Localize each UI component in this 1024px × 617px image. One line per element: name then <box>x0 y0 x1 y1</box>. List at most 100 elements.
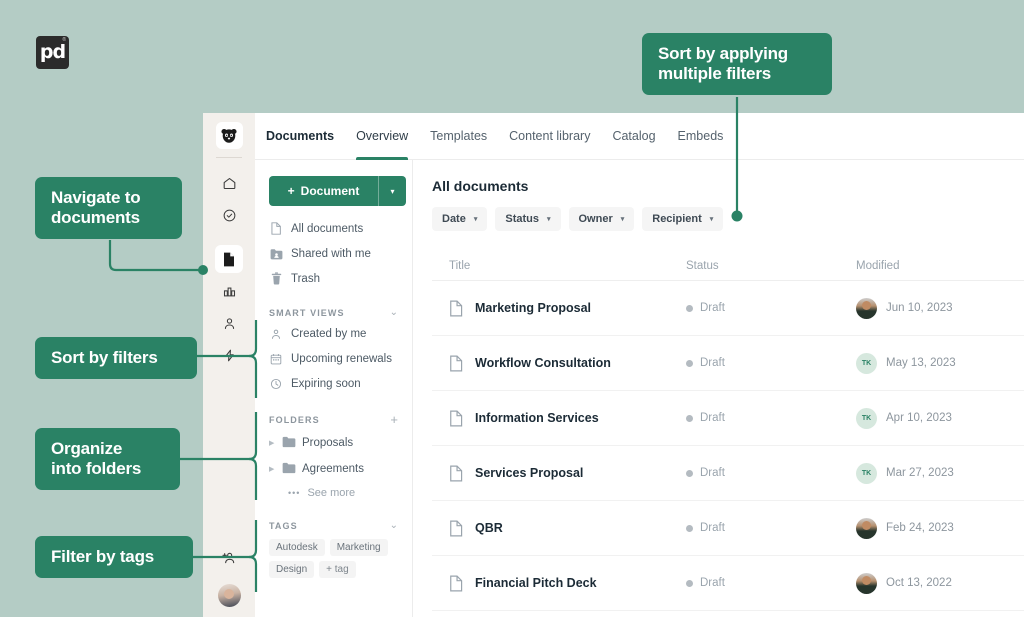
sidebar-item-documents[interactable] <box>215 245 243 273</box>
document-title-cell[interactable]: Information Services <box>432 410 686 427</box>
tab-catalog[interactable]: Catalog <box>612 113 655 160</box>
chevron-down-icon[interactable]: ⌄ <box>390 307 398 318</box>
callout-filter-by-tags: Filter by tags <box>35 536 193 579</box>
add-person-icon[interactable] <box>215 544 243 572</box>
document-title: Financial Pitch Deck <box>475 576 597 590</box>
tag-chip[interactable]: Marketing <box>329 539 388 556</box>
document-icon <box>450 575 463 591</box>
user-avatar[interactable] <box>217 584 241 607</box>
table-row[interactable]: Marketing Proposal Draft Jun 10, 2023 <box>432 281 1024 336</box>
modified-cell: TK May 13, 2023 <box>856 352 1004 374</box>
status-dot <box>686 579 693 587</box>
avatar <box>856 517 877 539</box>
folder-item-proposals[interactable]: ▶ Proposals <box>269 430 398 456</box>
add-folder-icon[interactable]: + <box>390 412 398 427</box>
callout-line: Sort by applying <box>658 44 788 63</box>
tab-overview[interactable]: Overview <box>356 113 409 160</box>
callout-line: documents <box>51 208 140 228</box>
callout-sort-by-filters: Sort by filters <box>35 337 197 380</box>
modified-date: Apr 10, 2023 <box>886 412 952 424</box>
status-dot <box>686 304 693 312</box>
callout-navigate-to-documents: Navigate to documents <box>35 177 182 240</box>
main-content: All documents Date ▾ Status ▾ Owner ▾ Re… <box>413 113 1024 617</box>
page-title: Documents <box>266 129 335 143</box>
chevron-down-icon: ▾ <box>709 216 714 223</box>
panda-logo-icon[interactable] <box>215 122 243 149</box>
filter-owner[interactable]: Owner ▾ <box>568 207 635 231</box>
callout-organize-into-folders: Organize into folders <box>35 428 180 491</box>
section-title: TAGS <box>269 520 298 531</box>
document-title-cell[interactable]: Services Proposal <box>432 465 686 482</box>
chevron-right-icon[interactable]: ▶ <box>269 465 276 473</box>
add-tag-button[interactable]: + tag <box>319 561 356 578</box>
modified-date: May 13, 2023 <box>886 357 956 369</box>
rail-bottom-group <box>203 544 255 607</box>
avatar: TK <box>856 407 877 429</box>
chart-bar-icon[interactable] <box>215 277 243 305</box>
sidebar-item-shared-with-me[interactable]: Shared with me <box>269 241 398 266</box>
modified-cell: Oct 13, 2022 <box>856 572 1004 594</box>
smart-views-header[interactable]: SMART VIEWS ⌄ <box>269 307 398 318</box>
chevron-down-icon: ▾ <box>546 216 551 223</box>
status-dot <box>686 469 693 477</box>
tag-chip[interactable]: Autodesk <box>269 539 325 556</box>
table-row[interactable]: Workflow Consultation Draft TK May 13, 2… <box>432 336 1024 391</box>
document-title: Workflow Consultation <box>475 356 611 370</box>
tab-embeds[interactable]: Embeds <box>678 113 724 160</box>
document-title-cell[interactable]: Marketing Proposal <box>432 300 686 317</box>
check-circle-icon[interactable] <box>215 201 243 229</box>
table-row[interactable]: Financial Pitch Deck Draft Oct 13, 2022 <box>432 556 1024 611</box>
document-title-cell[interactable]: Financial Pitch Deck <box>432 575 686 592</box>
new-document-dropdown[interactable]: ▾ <box>378 176 406 206</box>
status-cell: Draft <box>686 357 856 369</box>
status-label: Draft <box>700 522 725 534</box>
person-icon[interactable] <box>215 309 243 337</box>
folders-header: FOLDERS + <box>269 412 398 427</box>
document-title-cell[interactable]: QBR <box>432 520 686 537</box>
sidebar-item-trash[interactable]: Trash <box>269 266 398 291</box>
chevron-down-icon: ▾ <box>390 186 395 196</box>
chevron-right-icon[interactable]: ▶ <box>269 439 276 447</box>
tab-content-library[interactable]: Content library <box>509 113 590 160</box>
see-more-label: See more <box>307 487 356 499</box>
section-title: FOLDERS <box>269 414 320 425</box>
sidebar-item-label: Trash <box>291 272 320 285</box>
status-cell: Draft <box>686 412 856 424</box>
tags-header[interactable]: TAGS ⌄ <box>269 520 398 531</box>
chevron-down-icon[interactable]: ⌄ <box>390 520 398 531</box>
new-document-button[interactable]: + Document ▾ <box>269 176 406 206</box>
document-icon <box>450 520 463 536</box>
modified-cell: Jun 10, 2023 <box>856 297 1004 319</box>
document-icon <box>450 465 463 481</box>
sidebar-item-all-documents[interactable]: All documents <box>269 216 398 241</box>
filter-date[interactable]: Date ▾ <box>432 207 488 231</box>
table-row[interactable]: Services Proposal Draft TK Mar 27, 2023 <box>432 446 1024 501</box>
sidebar-item-label: Expiring soon <box>291 377 361 390</box>
sidebar-item-upcoming-renewals[interactable]: Upcoming renewals <box>269 346 398 371</box>
tab-templates[interactable]: Templates <box>430 113 487 160</box>
sidebar-item-created-by-me[interactable]: Created by me <box>269 321 398 346</box>
status-cell: Draft <box>686 302 856 314</box>
sidebar-item-expiring-soon[interactable]: Expiring soon <box>269 371 398 396</box>
filter-recipient[interactable]: Recipient ▾ <box>642 207 724 231</box>
filter-status[interactable]: Status ▾ <box>495 207 561 231</box>
modified-date: Oct 13, 2022 <box>886 577 952 589</box>
file-icon <box>269 222 283 235</box>
filter-label: Status <box>505 213 539 225</box>
sidebar-item-label: Upcoming renewals <box>291 352 392 365</box>
documents-table: Title Status Modified Marketing Proposal… <box>432 251 1024 611</box>
document-title-cell[interactable]: Workflow Consultation <box>432 355 686 372</box>
new-document-main[interactable]: + Document <box>269 176 378 206</box>
status-dot <box>686 524 693 532</box>
trash-icon <box>269 272 283 285</box>
see-more-button[interactable]: ••• See more <box>269 482 398 504</box>
column-header-status: Status <box>686 259 719 272</box>
table-row[interactable]: Information Services Draft TK Apr 10, 20… <box>432 391 1024 446</box>
lightning-icon[interactable] <box>215 341 243 369</box>
table-row[interactable]: QBR Draft Feb 24, 2023 <box>432 501 1024 556</box>
home-icon[interactable] <box>215 169 243 197</box>
tag-chip[interactable]: Design <box>269 561 315 578</box>
modified-cell: TK Apr 10, 2023 <box>856 407 1004 429</box>
folder-item-agreements[interactable]: ▶ Agreements <box>269 456 398 482</box>
avatar <box>856 297 877 319</box>
